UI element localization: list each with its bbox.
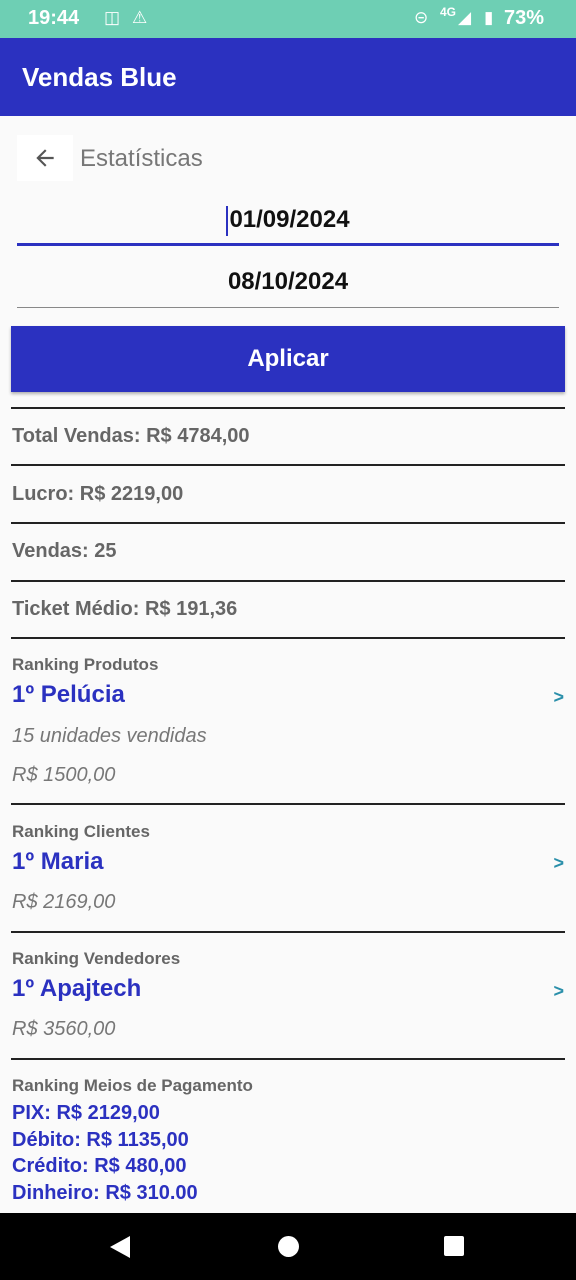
profit: Lucro: R$ 2219,00 [12,483,184,505]
total-sales: Total Vendas: R$ 4784,00 [12,425,250,447]
network-type: 4G [440,5,457,19]
triangle-back-icon[interactable] [110,1236,130,1258]
end-date-value: 08/10/2024 [227,268,349,295]
chevron-right-icon[interactable]: > [553,981,564,1002]
dnd-icon: ⊝ [414,8,429,27]
divider [11,464,565,466]
ranking-clients-top[interactable]: 1º Maria [12,848,103,876]
divider [11,931,565,933]
start-date-value: 01/09/2024 [229,206,350,233]
warning-icon: ⚠ [132,8,148,27]
divider [11,407,565,409]
square-recent-icon[interactable] [444,1236,464,1256]
battery-level: 73% [503,7,544,29]
payment-debit: Débito: R$ 1135,00 [12,1129,189,1151]
app-bar: Vendas Blue [0,38,576,116]
back-button[interactable] [17,135,73,181]
ranking-products-units: 15 unidades vendidas [12,725,207,747]
apply-button[interactable]: Aplicar [11,326,565,392]
start-date-field[interactable]: 01/09/2024 [17,200,559,246]
ranking-products-value: R$ 1500,00 [12,764,116,786]
payment-credit: Crédito: R$ 480,00 [12,1155,187,1177]
divider [11,1058,565,1060]
ranking-clients-value: R$ 2169,00 [12,891,116,913]
chevron-right-icon[interactable]: > [553,687,564,708]
app-title: Vendas Blue [22,62,177,92]
chevron-right-icon[interactable]: > [553,853,564,874]
sim-icon: ◫ [104,8,121,27]
ranking-clients-label: Ranking Clientes [12,822,150,841]
arrow-left-icon [36,149,54,167]
status-bar: 19:44 ◫ ⚠ ⊝ 4G ◢ ▮ 73% [0,0,576,38]
divider [11,522,565,524]
payment-cash: Dinheiro: R$ 310.00 [12,1182,198,1204]
sales-count: Vendas: 25 [12,540,117,562]
signal-icon: ◢ [458,8,472,27]
status-time: 19:44 [28,7,80,29]
system-nav-bar [0,1213,576,1280]
circle-home-icon[interactable] [278,1236,299,1257]
ranking-sellers-value: R$ 3560,00 [12,1018,116,1040]
divider [11,580,565,582]
divider [11,637,565,639]
payment-pix: PIX: R$ 2129,00 [12,1102,160,1124]
end-date-field[interactable]: 08/10/2024 [17,262,559,308]
average-ticket: Ticket Médio: R$ 191,36 [12,598,238,620]
battery-icon: ▮ [484,8,494,27]
page-title: Estatísticas [80,145,203,172]
ranking-sellers-label: Ranking Vendedores [12,949,181,968]
ranking-payments-label: Ranking Meios de Pagamento [12,1076,253,1095]
divider [11,803,565,805]
ranking-products-top[interactable]: 1º Pelúcia [12,681,125,709]
ranking-sellers-top[interactable]: 1º Apajtech [12,975,141,1003]
ranking-products-label: Ranking Produtos [12,655,159,674]
